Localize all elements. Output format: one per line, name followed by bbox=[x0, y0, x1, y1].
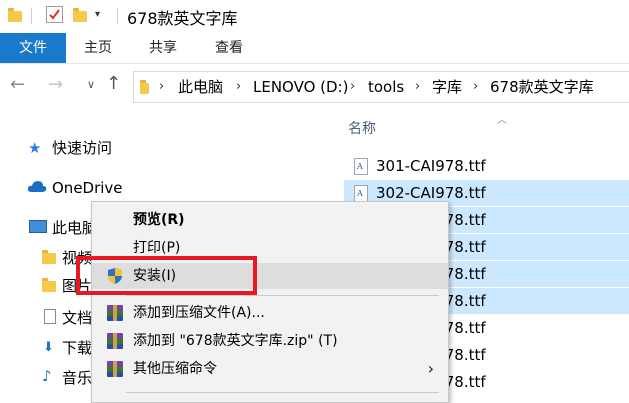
tab-view[interactable]: 查看 bbox=[201, 33, 257, 63]
navigation-row: ← → ∨ ↑ › 此电脑 › LENOVO (D:) › tools › 字库… bbox=[0, 64, 629, 112]
pictures-folder-icon bbox=[42, 278, 56, 292]
tab-share[interactable]: 共享 bbox=[135, 33, 191, 63]
computer-icon bbox=[29, 220, 47, 233]
highlight-box bbox=[76, 256, 257, 295]
winrar-icon bbox=[107, 333, 123, 349]
font-file-icon bbox=[354, 185, 368, 202]
videos-folder-icon bbox=[42, 250, 56, 264]
breadcrumb-tools[interactable]: tools bbox=[368, 72, 404, 102]
breadcrumb-separator[interactable]: › bbox=[236, 72, 241, 102]
recent-locations-chevron-icon[interactable]: ∨ bbox=[87, 78, 95, 91]
file-name: 301-CAI978.ttf bbox=[376, 157, 486, 175]
sort-chevron-up-icon: ︿ bbox=[497, 115, 507, 126]
menu-label: 其他压缩命令 bbox=[133, 361, 217, 377]
context-menu: 预览(R) 打印(P) 安装(I) 添加到压缩文件(A)... 添加到 "678… bbox=[91, 201, 449, 403]
window-title: 678款英文字库 bbox=[127, 9, 238, 28]
tab-file[interactable]: 文件 bbox=[0, 33, 66, 63]
submenu-chevron-icon: › bbox=[427, 359, 434, 378]
up-arrow-icon[interactable]: ↑ bbox=[106, 73, 121, 94]
cloud-icon bbox=[27, 178, 47, 197]
nav-music[interactable]: 音乐 bbox=[62, 366, 92, 390]
forward-arrow-icon[interactable]: → bbox=[48, 74, 63, 95]
menu-item-other-compression[interactable]: 其他压缩命令 › bbox=[92, 356, 448, 382]
nav-onedrive[interactable]: OneDrive bbox=[52, 176, 123, 200]
nav-quick-access[interactable]: 快速访问 bbox=[52, 136, 112, 160]
file-row[interactable]: 301-CAI978.ttf bbox=[344, 153, 629, 179]
breadcrumb-separator[interactable]: › bbox=[473, 72, 478, 102]
music-note-icon: ♪ bbox=[42, 367, 52, 385]
folder-icon bbox=[8, 8, 22, 22]
breadcrumb-this-pc[interactable]: 此电脑 bbox=[178, 72, 223, 102]
tab-home[interactable]: 主页 bbox=[70, 33, 126, 63]
breadcrumb-current-folder[interactable]: 678款英文字库 bbox=[490, 72, 594, 102]
divider bbox=[31, 8, 32, 24]
menu-separator bbox=[126, 392, 439, 393]
back-arrow-icon[interactable]: ← bbox=[10, 74, 25, 95]
properties-checkmark-icon[interactable] bbox=[46, 6, 63, 23]
address-bar[interactable]: › 此电脑 › LENOVO (D:) › tools › 字库 › 678款英… bbox=[133, 71, 629, 103]
address-folder-icon bbox=[140, 80, 149, 94]
menu-separator bbox=[126, 295, 439, 296]
column-header-name[interactable]: 名称 bbox=[348, 118, 376, 138]
breadcrumb-separator[interactable]: › bbox=[350, 72, 355, 102]
title-bar: ▾ 678款英文字库 bbox=[0, 0, 629, 32]
chevron-down-icon[interactable]: ▾ bbox=[95, 9, 100, 20]
winrar-icon bbox=[107, 361, 123, 377]
menu-item-add-to-zip[interactable]: 添加到 "678款英文字库.zip" (T) bbox=[92, 328, 448, 354]
breadcrumb-drive[interactable]: LENOVO (D:) bbox=[253, 72, 348, 102]
star-icon: ★ bbox=[28, 139, 42, 157]
menu-label: 添加到 "678款英文字库.zip" (T) bbox=[133, 333, 338, 349]
menu-label: 预览(R) bbox=[133, 212, 185, 228]
menu-item-add-to-archive[interactable]: 添加到压缩文件(A)... bbox=[92, 300, 448, 326]
breadcrumb-separator[interactable]: › bbox=[415, 72, 420, 102]
menu-item-preview[interactable]: 预览(R) bbox=[92, 207, 448, 233]
download-arrow-icon: ⬇ bbox=[43, 340, 54, 355]
nav-downloads[interactable]: 下载 bbox=[62, 336, 92, 360]
new-folder-icon[interactable] bbox=[73, 8, 87, 22]
document-icon bbox=[44, 309, 56, 324]
divider bbox=[117, 8, 118, 24]
winrar-icon bbox=[107, 305, 123, 321]
nav-documents[interactable]: 文档 bbox=[62, 306, 92, 330]
breadcrumb-separator[interactable]: › bbox=[159, 72, 164, 102]
ribbon-tabs: 文件 主页 共享 查看 bbox=[0, 33, 629, 64]
menu-label: 添加到压缩文件(A)... bbox=[133, 305, 265, 321]
breadcrumb-fonts[interactable]: 字库 bbox=[432, 72, 462, 102]
font-file-icon bbox=[354, 158, 368, 175]
